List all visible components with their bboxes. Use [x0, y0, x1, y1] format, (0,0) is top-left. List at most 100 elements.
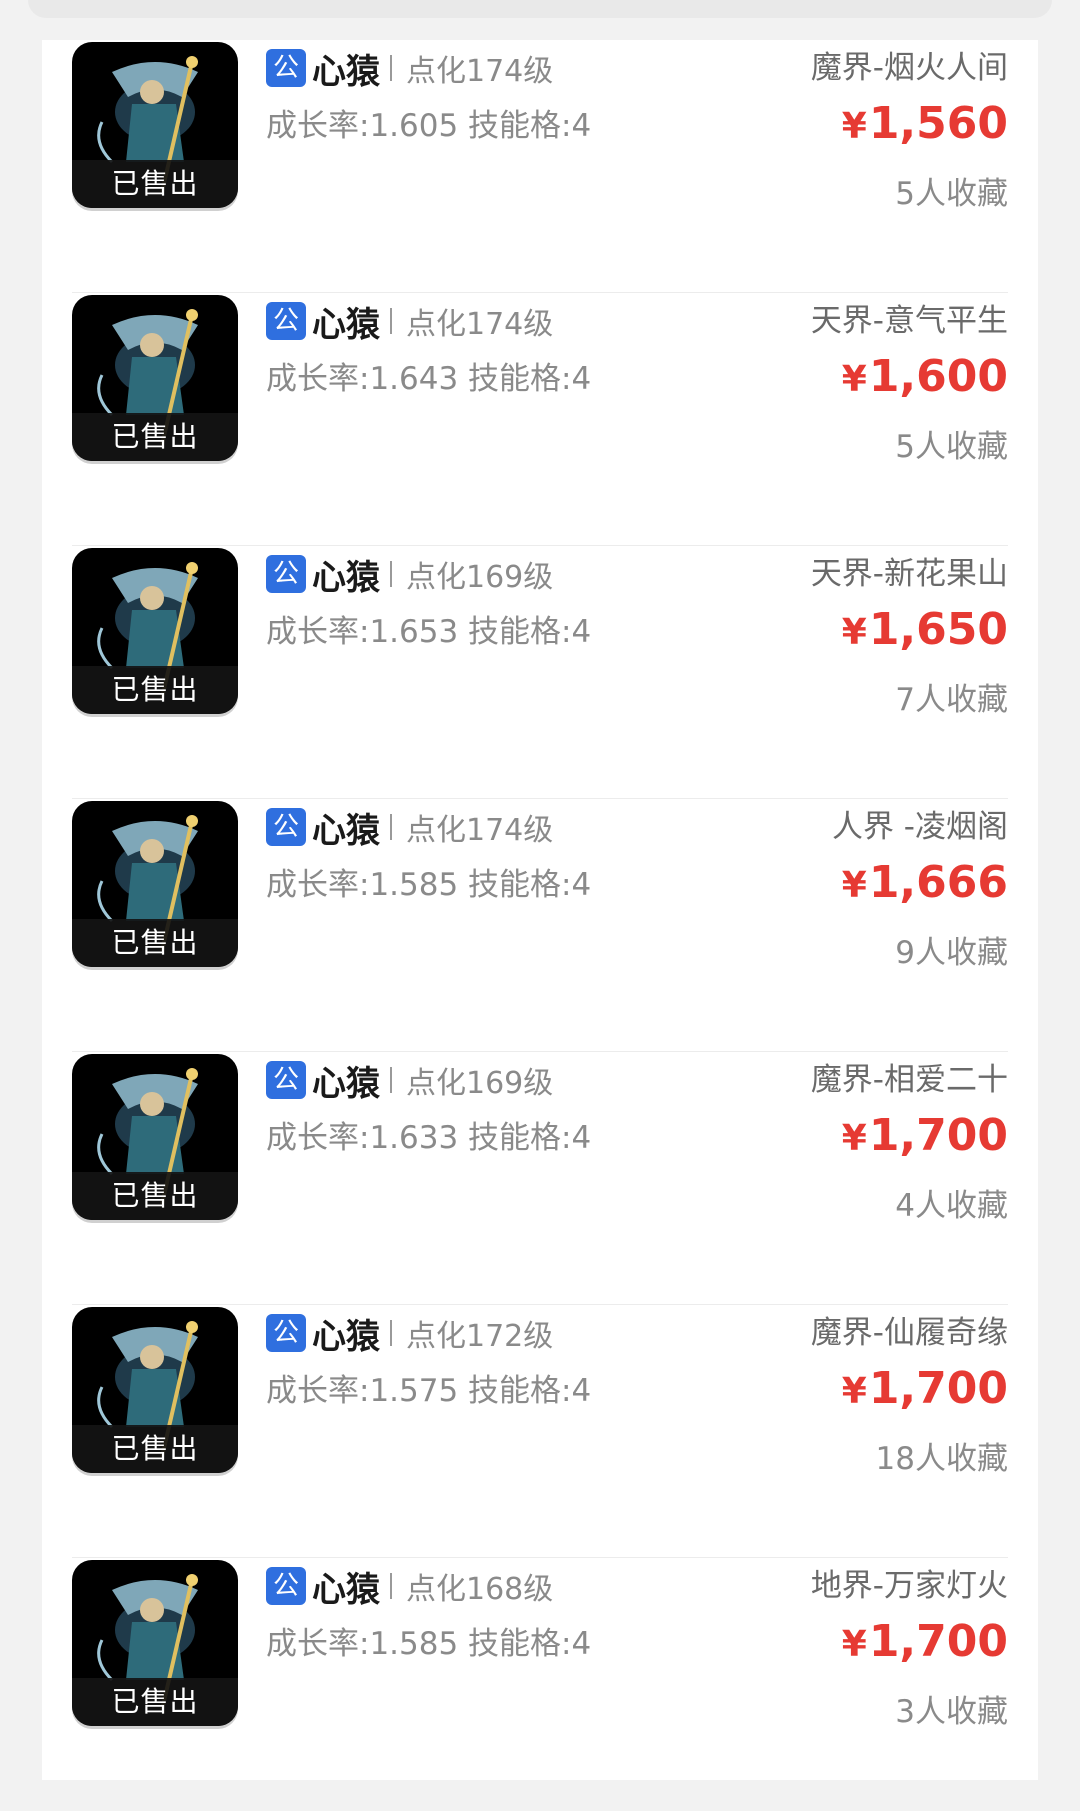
pet-stats: 成长率:1.585 技能格:4 — [266, 867, 592, 903]
public-badge: 公 — [266, 808, 306, 846]
price: ¥1,600 — [842, 351, 1008, 402]
server-name: 人界 -凌烟阁 — [831, 809, 1008, 845]
pet-stats: 成长率:1.585 技能格:4 — [266, 1626, 592, 1662]
list-item[interactable]: 已售出 公 心猿 点化174级 成长率:1.585 技能格:4 人界 -凌烟阁 … — [72, 799, 1008, 1052]
pet-thumbnail: 已售出 — [72, 295, 238, 461]
pet-thumbnail: 已售出 — [72, 1307, 238, 1473]
list-item[interactable]: 已售出 公 心猿 点化169级 成长率:1.653 技能格:4 天界-新花果山 … — [72, 546, 1008, 799]
title-row: 公 心猿 点化169级 — [266, 552, 554, 598]
pet-stats: 成长率:1.653 技能格:4 — [266, 614, 592, 650]
price-value: 1,700 — [868, 1363, 1008, 1414]
price-value: 1,600 — [868, 351, 1008, 402]
price: ¥1,560 — [842, 98, 1008, 149]
price-value: 1,700 — [868, 1110, 1008, 1161]
sold-label: 已售出 — [72, 666, 238, 714]
server-name: 天界-新花果山 — [810, 556, 1008, 592]
list-item[interactable]: 已售出 公 心猿 点化174级 成长率:1.605 技能格:4 魔界-烟火人间 … — [72, 40, 1008, 293]
pet-thumbnail: 已售出 — [72, 1560, 238, 1726]
pet-name: 心猿 — [312, 557, 380, 598]
price: ¥1,666 — [842, 857, 1008, 908]
server-name: 魔界-相爱二十 — [810, 1062, 1008, 1098]
separator — [390, 1573, 392, 1599]
currency-symbol: ¥ — [841, 359, 867, 400]
pet-stats: 成长率:1.575 技能格:4 — [266, 1373, 592, 1409]
pet-level: 点化174级 — [406, 307, 554, 342]
top-panel-edge — [28, 0, 1052, 18]
price-value: 1,666 — [868, 857, 1008, 908]
pet-thumbnail: 已售出 — [72, 42, 238, 208]
sold-label: 已售出 — [72, 919, 238, 967]
pet-thumbnail: 已售出 — [72, 801, 238, 967]
listing-card: 已售出 公 心猿 点化174级 成长率:1.605 技能格:4 魔界-烟火人间 … — [42, 40, 1038, 1780]
pet-level: 点化172级 — [406, 1319, 554, 1354]
pet-name: 心猿 — [312, 51, 380, 92]
public-badge: 公 — [266, 1567, 306, 1605]
pet-name: 心猿 — [312, 810, 380, 851]
public-badge: 公 — [266, 302, 306, 340]
separator — [390, 1067, 392, 1093]
price: ¥1,700 — [842, 1363, 1008, 1414]
title-row: 公 心猿 点化172级 — [266, 1311, 554, 1357]
pet-level: 点化174级 — [406, 54, 554, 89]
pet-thumbnail: 已售出 — [72, 1054, 238, 1220]
pet-level: 点化174级 — [406, 813, 554, 848]
separator — [390, 1320, 392, 1346]
separator — [390, 308, 392, 334]
pet-stats: 成长率:1.633 技能格:4 — [266, 1120, 592, 1156]
public-badge: 公 — [266, 1061, 306, 1099]
currency-symbol: ¥ — [841, 1371, 867, 1412]
title-row: 公 心猿 点化169级 — [266, 1058, 554, 1104]
price-value: 1,560 — [868, 98, 1008, 149]
currency-symbol: ¥ — [841, 612, 867, 653]
pet-thumbnail: 已售出 — [72, 548, 238, 714]
pet-name: 心猿 — [312, 1569, 380, 1610]
pet-name: 心猿 — [312, 304, 380, 345]
title-row: 公 心猿 点化174级 — [266, 805, 554, 851]
price-value: 1,650 — [868, 604, 1008, 655]
list-item[interactable]: 已售出 公 心猿 点化172级 成长率:1.575 技能格:4 魔界-仙履奇缘 … — [72, 1305, 1008, 1558]
sold-label: 已售出 — [72, 1172, 238, 1220]
pet-stats: 成长率:1.643 技能格:4 — [266, 361, 592, 397]
title-row: 公 心猿 点化168级 — [266, 1564, 554, 1610]
favorite-count: 9人收藏 — [895, 935, 1008, 971]
currency-symbol: ¥ — [841, 865, 867, 906]
title-row: 公 心猿 点化174级 — [266, 299, 554, 345]
favorite-count: 5人收藏 — [895, 429, 1008, 465]
pet-stats: 成长率:1.605 技能格:4 — [266, 108, 592, 144]
server-name: 天界-意气平生 — [810, 303, 1008, 339]
title-row: 公 心猿 点化174级 — [266, 46, 554, 92]
separator — [390, 55, 392, 81]
favorite-count: 5人收藏 — [895, 176, 1008, 212]
favorite-count: 18人收藏 — [875, 1441, 1008, 1477]
sold-label: 已售出 — [72, 1678, 238, 1726]
list-item[interactable]: 已售出 公 心猿 点化168级 成长率:1.585 技能格:4 地界-万家灯火 … — [72, 1558, 1008, 1811]
pet-level: 点化169级 — [406, 1066, 554, 1101]
currency-symbol: ¥ — [841, 106, 867, 147]
price: ¥1,650 — [842, 604, 1008, 655]
sold-label: 已售出 — [72, 413, 238, 461]
sold-label: 已售出 — [72, 160, 238, 208]
pet-level: 点化169级 — [406, 560, 554, 595]
currency-symbol: ¥ — [841, 1624, 867, 1665]
pet-name: 心猿 — [312, 1063, 380, 1104]
public-badge: 公 — [266, 555, 306, 593]
server-name: 魔界-仙履奇缘 — [810, 1315, 1008, 1351]
price: ¥1,700 — [842, 1110, 1008, 1161]
public-badge: 公 — [266, 49, 306, 87]
price: ¥1,700 — [842, 1616, 1008, 1667]
separator — [390, 561, 392, 587]
server-name: 魔界-烟火人间 — [810, 50, 1008, 86]
sold-label: 已售出 — [72, 1425, 238, 1473]
server-name: 地界-万家灯火 — [810, 1568, 1008, 1604]
favorite-count: 3人收藏 — [895, 1694, 1008, 1730]
list-item[interactable]: 已售出 公 心猿 点化169级 成长率:1.633 技能格:4 魔界-相爱二十 … — [72, 1052, 1008, 1305]
favorite-count: 4人收藏 — [895, 1188, 1008, 1224]
pet-name: 心猿 — [312, 1316, 380, 1357]
list-item[interactable]: 已售出 公 心猿 点化174级 成长率:1.643 技能格:4 天界-意气平生 … — [72, 293, 1008, 546]
price-value: 1,700 — [868, 1616, 1008, 1667]
public-badge: 公 — [266, 1314, 306, 1352]
currency-symbol: ¥ — [841, 1118, 867, 1159]
pet-level: 点化168级 — [406, 1572, 554, 1607]
favorite-count: 7人收藏 — [895, 682, 1008, 718]
separator — [390, 814, 392, 840]
